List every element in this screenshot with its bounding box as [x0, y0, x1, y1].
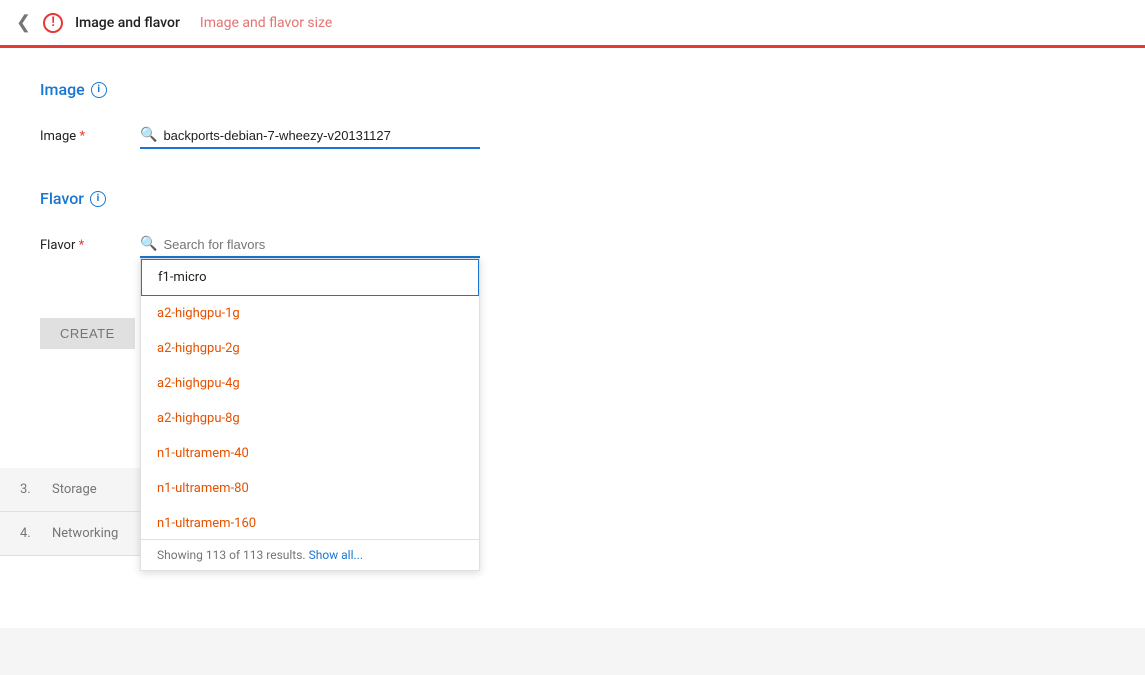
flavor-info-icon[interactable]: i — [90, 191, 106, 207]
image-input-container: 🔍 — [140, 123, 480, 149]
flavor-section: Flavor i Flavor * 🔍 f1-micro a2-highgpu-… — [40, 189, 1105, 258]
flavor-form-row: Flavor * 🔍 f1-micro a2-highgpu-1g a2-hig… — [40, 232, 1105, 258]
flavor-item-a2-highgpu-1g[interactable]: a2-highgpu-1g — [141, 296, 479, 331]
flavor-dropdown: f1-micro a2-highgpu-1g a2-highgpu-2g a2-… — [140, 258, 480, 571]
flavor-item-a2-highgpu-2g[interactable]: a2-highgpu-2g — [141, 331, 479, 366]
dropdown-showing-text: Showing 113 of 113 results. — [157, 548, 306, 562]
flavor-dropdown-list: f1-micro a2-highgpu-1g a2-highgpu-2g a2-… — [141, 259, 479, 539]
top-bar: ❮ ! Image and flavor Image and flavor si… — [0, 0, 1145, 48]
page-subtitle: Image and flavor size — [200, 15, 332, 31]
error-icon: ! — [43, 13, 63, 33]
image-section: Image i Image * 🔍 — [40, 80, 1105, 149]
flavor-section-title: Flavor i — [40, 189, 1105, 208]
image-required-marker: * — [79, 129, 85, 144]
show-all-link[interactable]: Show all... — [309, 548, 363, 562]
flavor-search-container: 🔍 f1-micro a2-highgpu-1g a2-highgpu-2g a… — [140, 232, 480, 258]
chevron-down-icon[interactable]: ❮ — [16, 12, 31, 33]
dropdown-footer: Showing 113 of 113 results. Show all... — [141, 539, 479, 570]
image-input[interactable] — [163, 128, 480, 143]
flavor-item-n1-ultramem-40[interactable]: n1-ultramem-40 — [141, 436, 479, 471]
flavor-search-input[interactable] — [163, 237, 480, 252]
step-4-number: 4. — [20, 526, 40, 541]
flavor-required-marker: * — [79, 238, 85, 253]
main-content: Image i Image * 🔍 Flavor i Flavor * — [0, 48, 1145, 628]
flavor-item-a2-highgpu-4g[interactable]: a2-highgpu-4g — [141, 366, 479, 401]
flavor-item-n1-ultramem-80[interactable]: n1-ultramem-80 — [141, 471, 479, 506]
step-3-label: Storage — [52, 482, 97, 497]
create-button[interactable]: CREATE — [40, 318, 135, 349]
flavor-item-n1-ultramem-160[interactable]: n1-ultramem-160 — [141, 506, 479, 539]
image-label: Image * — [40, 129, 120, 144]
flavor-label: Flavor * — [40, 238, 120, 253]
image-info-icon[interactable]: i — [91, 82, 107, 98]
page-title: Image and flavor — [75, 15, 180, 31]
step-3-number: 3. — [20, 482, 40, 497]
flavor-item-f1-micro[interactable]: f1-micro — [141, 259, 479, 296]
step-4-label: Networking — [52, 526, 118, 541]
flavor-item-a2-highgpu-8g[interactable]: a2-highgpu-8g — [141, 401, 479, 436]
image-section-title: Image i — [40, 80, 1105, 99]
flavor-search-icon: 🔍 — [140, 236, 157, 252]
image-search-icon: 🔍 — [140, 127, 157, 143]
image-form-row: Image * 🔍 — [40, 123, 1105, 149]
flavor-search-box: 🔍 — [140, 232, 480, 258]
